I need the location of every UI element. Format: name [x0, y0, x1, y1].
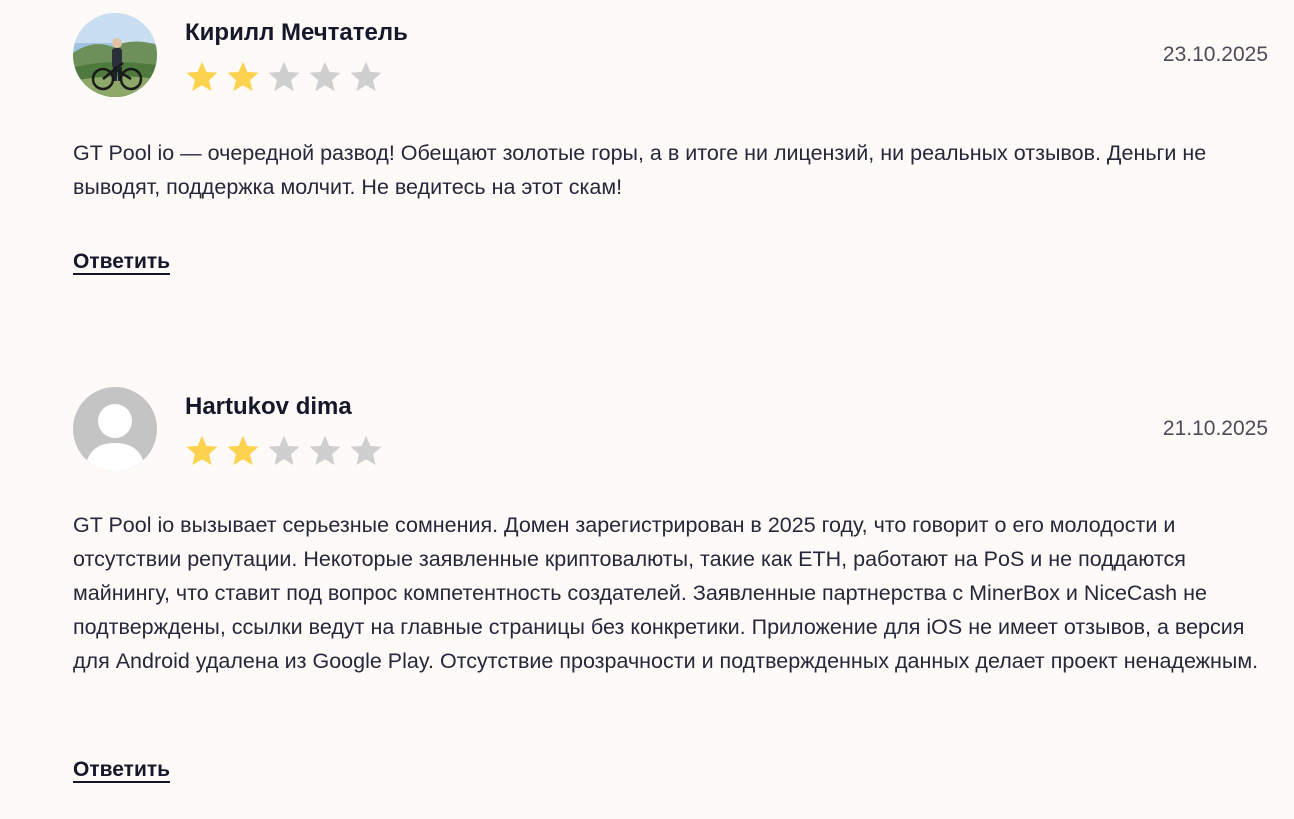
user-photo-icon [73, 13, 157, 97]
star-filled-icon [186, 435, 218, 465]
star-filled-icon [227, 435, 259, 465]
default-user-icon [73, 387, 157, 471]
star-empty-icon [350, 435, 382, 465]
review-text: GT Pool io — очередной развод! Обещают з… [73, 141, 1207, 199]
star-filled-icon [186, 61, 218, 91]
star-filled-icon [227, 61, 259, 91]
avatar-default [73, 387, 157, 471]
review-date: 21.10.2025 [1162, 417, 1268, 440]
rating-stars [184, 433, 384, 469]
review-author: Hartukov dima [185, 393, 352, 420]
star-empty-icon [309, 435, 341, 465]
review-text: GT Pool io вызывает серьезные сомнения. … [73, 513, 1259, 673]
star-empty-icon [309, 61, 341, 91]
reply-link[interactable]: Ответить [73, 249, 170, 275]
avatar-photo [73, 13, 157, 97]
review-author: Кирилл Мечтатель [185, 19, 408, 46]
star-empty-icon [268, 435, 300, 465]
review-date: 23.10.2025 [1162, 43, 1268, 66]
reply-link[interactable]: Ответить [73, 757, 170, 783]
star-empty-icon [350, 61, 382, 91]
rating-stars [184, 59, 384, 95]
star-empty-icon [268, 61, 300, 91]
